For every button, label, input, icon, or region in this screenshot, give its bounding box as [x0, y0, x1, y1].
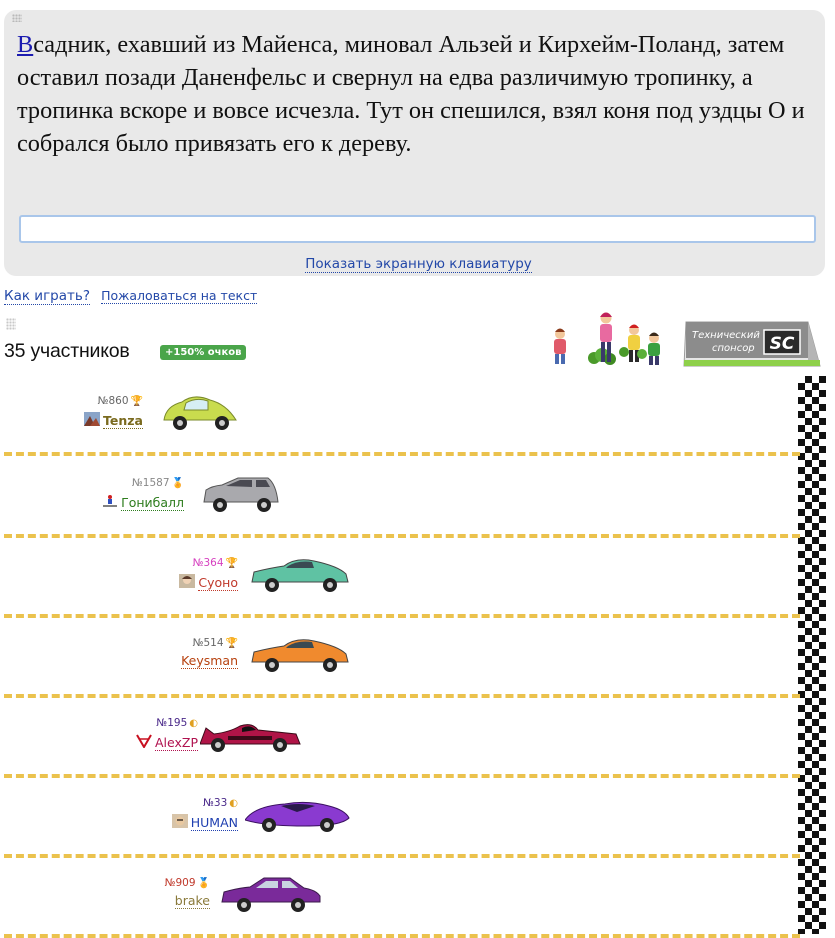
race-lane: №195 ◐ AlexZP — [0, 698, 800, 778]
player-info: №1587 🏅 Гонибалл — [34, 476, 184, 512]
text-panel: Всадник, ехавший из Майенса, миновал Аль… — [4, 10, 825, 276]
spectators-icon — [554, 312, 660, 365]
player-info: №860 🏆 Tenza — [0, 394, 143, 430]
race-lane: №1587 🏅 Гонибалл — [0, 458, 800, 538]
player-info: №909 🏅 brake — [60, 876, 210, 909]
drag-handle-icon[interactable] — [12, 14, 22, 22]
player-rank-number: №195 — [156, 717, 188, 729]
player-rank-number: №33 — [202, 797, 228, 809]
race-lane: №514 🏆 Keysman — [0, 618, 800, 698]
player-name[interactable]: Гонибалл — [121, 495, 184, 511]
participants-count: 35 участников — [4, 340, 130, 362]
player-rank: №1587 🏅 — [34, 476, 184, 491]
drag-handle-icon[interactable] — [6, 318, 16, 330]
player-rank-number: №514 — [192, 637, 224, 649]
player-rank-number: №860 — [97, 395, 129, 407]
player-info: №33 ◐ HUMAN — [88, 796, 238, 832]
player-name[interactable]: Tenza — [103, 413, 143, 429]
player-rank: №195 ◐ — [48, 716, 198, 731]
finish-line — [798, 376, 826, 934]
sponsor-line1: Технический — [692, 330, 760, 341]
player-avatar-icon — [102, 493, 118, 512]
trophy-icon: 🏅 — [171, 478, 184, 489]
player-rank-number: №1587 — [131, 477, 170, 489]
player-avatar-icon — [179, 573, 196, 592]
player-avatar-icon — [171, 813, 188, 832]
player-name[interactable]: HUMAN — [190, 815, 238, 831]
lane-divider — [4, 934, 800, 938]
race-car-icon — [245, 801, 350, 832]
complain-text-link[interactable]: Пожаловаться на текст — [101, 288, 258, 304]
race-car-icon — [163, 396, 237, 430]
trophy-icon: 🏆 — [225, 638, 238, 649]
player-rank: №364 🏆 — [88, 556, 238, 571]
lane-divider — [4, 452, 800, 456]
keyboard-link-wrap: Показать экранную клавиатуру — [4, 256, 833, 273]
player-rank: №860 🏆 — [0, 394, 143, 409]
player-info: №514 🏆 Keysman — [88, 636, 238, 669]
race-car-icon — [200, 724, 301, 752]
player-rank: №514 🏆 — [88, 636, 238, 651]
how-to-play-link[interactable]: Как играть? — [4, 288, 90, 305]
player-name[interactable]: AlexZP — [155, 735, 198, 751]
race-car-icon — [221, 877, 321, 912]
player-name[interactable]: brake — [174, 893, 210, 909]
player-info: №195 ◐ AlexZP — [48, 716, 198, 752]
tech-sponsor-sign[interactable]: Технический спонсор SC — [682, 320, 822, 368]
player-rank-number: №364 — [192, 557, 224, 569]
sponsor-logo: SC — [770, 334, 795, 354]
race-car-icon — [251, 639, 349, 672]
player-name-row: Tenza — [0, 411, 143, 430]
player-rank-number: №909 — [164, 877, 196, 889]
help-links: Как играть? Пожаловаться на текст — [4, 285, 258, 305]
current-letter: В — [17, 31, 34, 58]
race-car-icon — [251, 559, 349, 592]
player-name[interactable]: Keysman — [181, 653, 238, 669]
trophy-icon: 🏆 — [130, 396, 143, 407]
trophy-icon: ◐ — [189, 718, 198, 729]
sponsor-line2: спонсор — [712, 343, 755, 354]
show-keyboard-link[interactable]: Показать экранную клавиатуру — [305, 256, 532, 273]
bonus-badge: +150% очков — [160, 345, 247, 360]
player-name-row: brake — [60, 893, 210, 909]
race-text: Всадник, ехавший из Майенса, миновал Аль… — [17, 28, 822, 160]
player-avatar-icon — [136, 733, 152, 752]
trophy-icon: 🏆 — [225, 558, 238, 569]
player-name-row: AlexZP — [48, 733, 198, 752]
player-name-row: HUMAN — [88, 813, 238, 832]
player-rank: №33 ◐ — [88, 796, 238, 811]
trophy-icon: 🏅 — [197, 878, 210, 889]
player-name-row: Keysman — [88, 653, 238, 669]
race-lane: №33 ◐ HUMAN — [0, 778, 800, 858]
race-car-icon — [203, 477, 279, 512]
trophy-icon: ◐ — [229, 798, 238, 809]
typing-input[interactable] — [19, 215, 816, 243]
race-text-rest: садник, ехавший из Майенса, миновал Альз… — [17, 31, 805, 157]
player-name-row: Гонибалл — [34, 493, 184, 512]
player-avatar-icon — [84, 411, 101, 430]
player-name[interactable]: Cyоно — [198, 575, 238, 591]
player-rank: №909 🏅 — [60, 876, 210, 891]
player-name-row: Cyоно — [88, 573, 238, 592]
player-info: №364 🏆 Cyоно — [88, 556, 238, 592]
race-lane: №909 🏅 brake — [0, 858, 800, 938]
race-lane: №364 🏆 Cyоно — [0, 538, 800, 618]
race-lane: №860 🏆 Tenza — [0, 376, 800, 456]
